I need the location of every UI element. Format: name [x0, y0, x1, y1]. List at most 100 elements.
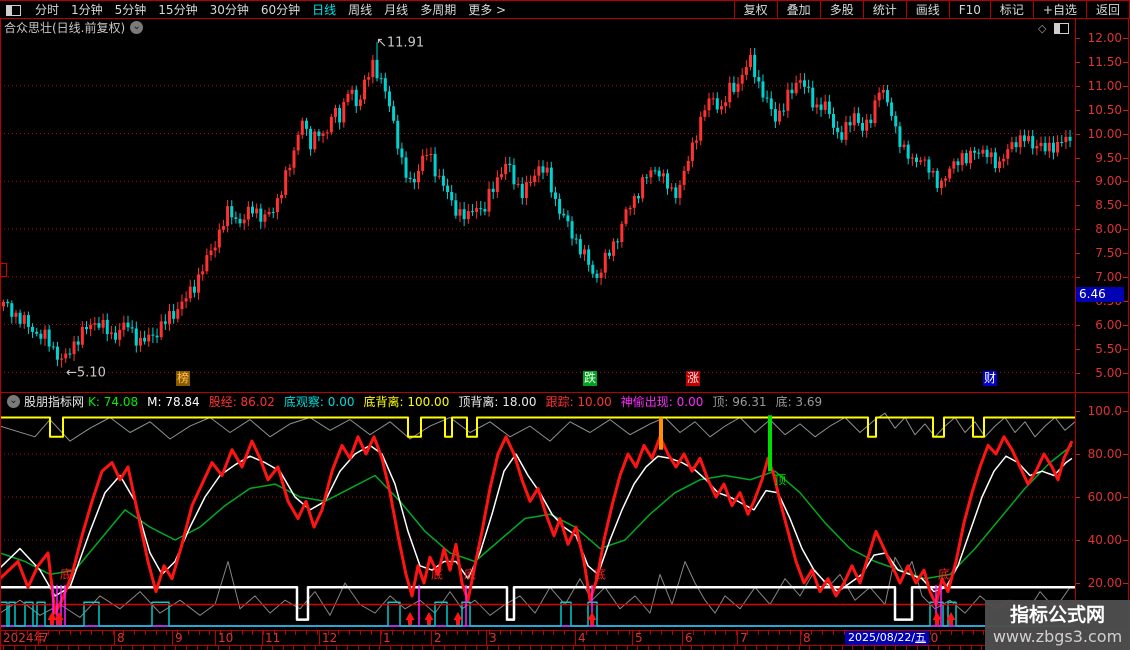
minor-tick	[70, 631, 71, 635]
minor-tick	[779, 631, 780, 635]
indicator-field-跟踪: 跟踪: 10.00	[546, 395, 612, 409]
menu-item-日线[interactable]: 日线	[306, 1, 342, 19]
minor-tick	[917, 646, 918, 650]
menu-button-返回[interactable]: 返回	[1086, 1, 1130, 19]
minor-tick	[553, 631, 554, 635]
price-axis-label: 8.50	[1095, 198, 1122, 212]
menu-item-周线[interactable]: 周线	[342, 1, 378, 19]
stock-chart-window: 分时1分钟5分钟15分钟30分钟60分钟日线周线月线多周期更多 > 复权叠加多股…	[0, 0, 1130, 650]
layout-toggle-icon[interactable]	[6, 5, 21, 16]
minor-tick	[336, 646, 337, 650]
svg-text:↖11.91: ↖11.91	[376, 35, 424, 50]
minor-tick	[209, 631, 210, 635]
minor-tick	[693, 631, 694, 635]
menu-item-1分钟[interactable]: 1分钟	[65, 1, 109, 19]
minor-tick	[564, 631, 565, 635]
period-menu: 分时1分钟5分钟15分钟30分钟60分钟日线周线月线多周期更多 >	[29, 1, 512, 19]
minor-tick	[799, 646, 800, 650]
menu-item-更多 >[interactable]: 更多 >	[462, 1, 512, 19]
event-badge-跌: 跌	[583, 371, 597, 386]
minor-tick	[46, 646, 47, 650]
minor-tick	[766, 646, 767, 650]
minor-tick	[295, 631, 296, 635]
month-label: 12	[322, 631, 337, 645]
minor-tick	[186, 646, 187, 650]
pane-splitter-handle[interactable]	[0, 263, 7, 277]
minor-tick	[250, 646, 251, 650]
minor-tick	[833, 631, 834, 635]
menu-item-分时[interactable]: 分时	[29, 1, 65, 19]
month-label: 3	[489, 631, 497, 645]
svg-text:底: 底	[431, 567, 443, 582]
price-axis-label: 11.50	[1088, 55, 1122, 69]
minor-tick	[790, 631, 791, 635]
chevron-down-icon[interactable]: ⌄	[7, 395, 20, 408]
minor-tick	[938, 646, 939, 650]
minor-tick	[59, 631, 60, 635]
price-axis-label: 10.00	[1088, 127, 1122, 141]
year-label: 2024年	[3, 631, 46, 645]
minor-tick	[207, 646, 208, 650]
minor-tick	[831, 646, 832, 650]
month-label: 5	[635, 631, 643, 645]
minor-tick	[885, 646, 886, 650]
minor-tick	[973, 631, 974, 635]
minor-tick	[433, 646, 434, 650]
minor-tick	[457, 631, 458, 635]
minor-tick	[261, 646, 262, 650]
minor-tick	[584, 646, 585, 650]
menu-item-月线[interactable]: 月线	[378, 1, 414, 19]
minor-tick	[57, 646, 58, 650]
month-separator	[215, 631, 216, 645]
menu-button-叠加[interactable]: 叠加	[777, 1, 820, 19]
menu-item-5分钟[interactable]: 5分钟	[109, 1, 153, 19]
minor-tick	[285, 631, 286, 635]
minor-tick	[809, 646, 810, 650]
indicator-values: K: 74.08M: 78.84股经: 86.02底观察: 0.00底背离: 1…	[88, 393, 831, 410]
minor-tick	[487, 646, 488, 650]
minor-tick	[444, 646, 445, 650]
candlestick-chart[interactable]: ↖11.91←5.10	[0, 19, 1075, 392]
minor-tick	[758, 631, 759, 635]
indicator-field-顶背离: 顶背离: 18.00	[458, 395, 536, 409]
watermark: 指标公式网 www.zbgs3.com	[985, 600, 1130, 650]
menu-button-+自选[interactable]: +自选	[1033, 1, 1086, 19]
minor-tick	[89, 646, 90, 650]
minor-tick	[551, 646, 552, 650]
minor-tick	[326, 646, 327, 650]
minor-tick	[519, 646, 520, 650]
month-separator	[114, 631, 115, 645]
indicator-chart[interactable]: 顶底底底底底	[0, 392, 1075, 630]
menu-item-15分钟[interactable]: 15分钟	[152, 1, 203, 19]
menu-button-统计[interactable]: 统计	[863, 1, 906, 19]
menu-button-标记[interactable]: 标记	[990, 1, 1033, 19]
minor-tick	[175, 646, 176, 650]
minor-tick	[272, 646, 273, 650]
month-label: 7	[41, 631, 49, 645]
menu-button-复权[interactable]: 复权	[734, 1, 777, 19]
svg-text:底: 底	[464, 567, 476, 582]
menu-item-30分钟[interactable]: 30分钟	[204, 1, 255, 19]
minor-tick	[960, 646, 961, 650]
menu-item-多周期[interactable]: 多周期	[414, 1, 462, 19]
minor-tick	[715, 631, 716, 635]
event-badge-榜: 榜	[176, 371, 190, 386]
indicator-field-底背离: 底背离: 100.00	[363, 395, 449, 409]
menu-button-多股[interactable]: 多股	[820, 1, 863, 19]
menu-button-画线[interactable]: 画线	[906, 1, 949, 19]
minor-tick	[188, 631, 189, 635]
minor-tick	[648, 646, 649, 650]
minor-tick	[414, 631, 415, 635]
menu-item-60分钟[interactable]: 60分钟	[255, 1, 306, 19]
minor-tick	[467, 631, 468, 635]
minor-tick	[508, 646, 509, 650]
indicator-header: ⌄ 股朋指标网 K: 74.08M: 78.84股经: 86.02底观察: 0.…	[2, 394, 831, 409]
minor-tick	[113, 631, 114, 635]
month-label: 9	[175, 631, 183, 645]
month-label: 8	[803, 631, 811, 645]
menu-button-F10[interactable]: F10	[949, 1, 990, 19]
minor-tick	[530, 646, 531, 650]
crosshair-date-tag: 2025/08/22/五	[845, 631, 929, 645]
minor-tick	[682, 631, 683, 635]
price-axis: 12.0011.5011.0010.5010.009.509.008.508.0…	[1076, 19, 1130, 650]
